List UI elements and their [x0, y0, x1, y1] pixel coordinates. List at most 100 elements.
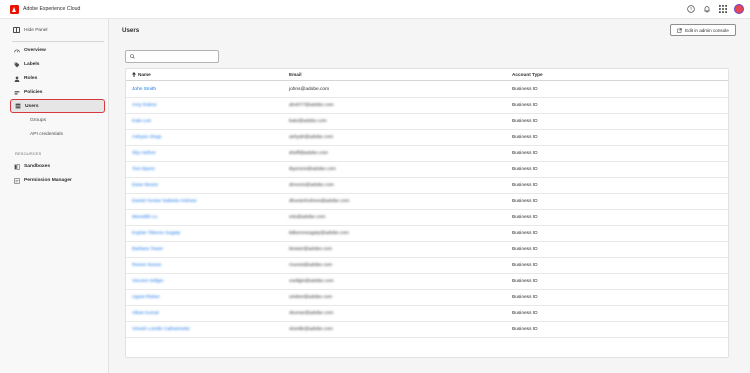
external-link-icon: [677, 27, 682, 33]
main-content: Users Edit in admin console Name Email A…: [110, 19, 750, 373]
hide-panel-button[interactable]: Hide Panel: [13, 27, 47, 33]
edit-in-admin-console-button[interactable]: Edit in admin console: [670, 24, 736, 36]
svg-text:?: ?: [690, 7, 693, 12]
user-name-link[interactable]: Tom Byers: [132, 167, 155, 172]
user-name-link[interactable]: Dave Moore: [132, 183, 158, 188]
user-email: kate@adobe.com: [289, 119, 327, 124]
hide-panel-icon: [13, 27, 20, 33]
sidebar-item-label: Sandboxes: [24, 164, 51, 169]
account-type: Business ID: [512, 151, 538, 156]
table-row[interactable]: Renee Nunes rnunes@adobe.com Business ID: [126, 258, 728, 274]
table-row[interactable]: John Smith johns@adobe.com Business ID: [126, 82, 728, 98]
policy-icon: [14, 90, 20, 94]
table-row[interactable]: Vincent Vellgin vvellgin@adobe.com Busines…: [126, 274, 728, 290]
user-name-link[interactable]: Vinesh Lorelle Catharinette: [132, 327, 190, 332]
user-email: dmoore@adobe.com: [289, 183, 334, 188]
edit-button-label: Edit in admin console: [685, 27, 729, 33]
user-email: ashyah@adobe.com: [289, 135, 334, 140]
table-row[interactable]: Ashyan Ahuja ashyah@adobe.com Business ID: [126, 130, 728, 146]
sidebar-item-policies[interactable]: Policies: [10, 86, 105, 99]
user-name-link[interactable]: Barbara Tower: [132, 247, 163, 252]
sidebar-item-users[interactable]: Users: [10, 99, 105, 113]
user-name-link[interactable]: Vikas Kumar: [132, 311, 159, 316]
sidebar-item-groups[interactable]: Groups: [10, 114, 105, 127]
table-row[interactable]: Amy Dukes ahoh77@adobe.com Business ID: [126, 98, 728, 114]
user-name-link[interactable]: John Smith: [132, 87, 156, 92]
sidebar-item-roles[interactable]: Roles: [10, 72, 105, 85]
user-email: ktiberonsugaty@adobe.com: [289, 231, 349, 236]
column-header-account-type[interactable]: Account Type: [512, 72, 543, 77]
table-row[interactable]: Vikas Kumar vkumar@adobe.com Business ID: [126, 306, 728, 322]
table-row[interactable]: Ugust Rieker urieker@adobe.com Business ID: [126, 290, 728, 306]
account-type: Business ID: [512, 183, 538, 188]
user-email: dhunterholmes@adobe.com: [289, 199, 350, 204]
account-type: Business ID: [512, 263, 538, 268]
overview-icon: [14, 48, 20, 52]
user-name-link[interactable]: Meredith Lo: [132, 215, 157, 220]
table-row[interactable]: Meredith Lo mlo@adobe.com Business ID: [126, 210, 728, 226]
tag-icon: [14, 62, 20, 67]
sidebar-divider: [12, 41, 104, 42]
sidebar-item-api-credentials[interactable]: API credentials: [10, 128, 105, 141]
user-name-link[interactable]: Renee Nunes: [132, 263, 161, 268]
account-type: Business ID: [512, 295, 538, 300]
table-row[interactable]: Kaylan Tiberon Sugaty ktiberonsugaty@adob…: [126, 226, 728, 242]
user-name-link[interactable]: Daniel Hunter Nabiela Holmes: [132, 199, 197, 204]
user-email: mlo@adobe.com: [289, 215, 326, 220]
account-type: Business ID: [512, 167, 538, 172]
user-email: johns@adobe.com: [289, 87, 330, 92]
user-name-link[interactable]: Ugust Rieker: [132, 295, 160, 300]
table-row[interactable]: Dave Moore dmoore@adobe.com Business ID: [126, 178, 728, 194]
sidebar-item-labels[interactable]: Labels: [10, 58, 105, 71]
user-email: vlorelle@adobe.com: [289, 327, 333, 332]
adobe-logo-icon[interactable]: [10, 4, 19, 14]
sidebar-item-sandboxes[interactable]: Sandboxes: [10, 160, 105, 173]
user-name-link[interactable]: Kaylan Tiberon Sugaty: [132, 231, 180, 236]
account-type: Business ID: [512, 215, 538, 220]
column-header-name[interactable]: Name: [132, 72, 151, 77]
notification-bell-icon[interactable]: [702, 4, 712, 14]
user-name-link[interactable]: Ashyan Ahuja: [132, 135, 161, 140]
account-type: Business ID: [512, 103, 538, 108]
table-row[interactable]: Daniel Hunter Nabiela Holmes dhunterholme…: [126, 194, 728, 210]
user-name-link[interactable]: Amy Dukes: [132, 103, 157, 108]
table-row[interactable]: Vinesh Lorelle Catharinette vlorelle@adob…: [126, 322, 728, 338]
table-row[interactable]: Barbara Tower btower@adobe.com Business ID: [126, 242, 728, 258]
sidebar-item-label: Roles: [24, 76, 38, 81]
hide-panel-label: Hide Panel: [24, 27, 48, 33]
top-bar: Adobe Experience Cloud ?: [0, 0, 750, 19]
account-type: Business ID: [512, 279, 538, 284]
app-title[interactable]: Adobe Experience Cloud: [23, 6, 80, 12]
user-email: rnunes@adobe.com: [289, 263, 333, 268]
sidebar-item-label: API credentials: [30, 132, 63, 137]
user-email: vkumar@adobe.com: [289, 311, 334, 316]
table-row[interactable]: Tom Byers tbyersns@adobe.com Business ID: [126, 162, 728, 178]
column-header-email[interactable]: Email: [289, 72, 302, 77]
app-switcher-grid-icon[interactable]: [718, 4, 728, 14]
user-name-link[interactable]: Sky Hefner: [132, 151, 156, 156]
user-email: btower@adobe.com: [289, 247, 333, 252]
search-input[interactable]: [125, 50, 219, 63]
permission-manager-icon: [14, 177, 20, 184]
sandbox-icon: [14, 163, 20, 170]
account-type: Business ID: [512, 199, 538, 204]
account-type: Business ID: [512, 135, 538, 140]
table-header: Name Email Account Type: [126, 69, 728, 81]
user-name-link[interactable]: Vincent Vellgin: [132, 279, 163, 284]
help-icon[interactable]: ?: [686, 4, 696, 14]
sidebar-item-permission-manager[interactable]: Permission Manager: [10, 174, 105, 187]
table-row[interactable]: Kate Lee kate@adobe.com Business ID: [126, 114, 728, 130]
user-avatar[interactable]: [734, 4, 744, 14]
account-type: Business ID: [512, 327, 538, 332]
user-email: tbyersns@adobe.com: [289, 167, 336, 172]
search-icon: [130, 54, 135, 59]
account-type: Business ID: [512, 87, 538, 92]
account-type: Business ID: [512, 119, 538, 124]
user-email: urieker@adobe.com: [289, 295, 333, 300]
account-type: Business ID: [512, 311, 538, 316]
user-name-link[interactable]: Kate Lee: [132, 119, 151, 124]
sidebar-item-overview[interactable]: Overview: [10, 44, 105, 57]
table-row[interactable]: Sky Hefner sheff@adobe.com Business ID: [126, 146, 728, 162]
account-type: Business ID: [512, 247, 538, 252]
sort-arrow-icon: [132, 72, 136, 77]
